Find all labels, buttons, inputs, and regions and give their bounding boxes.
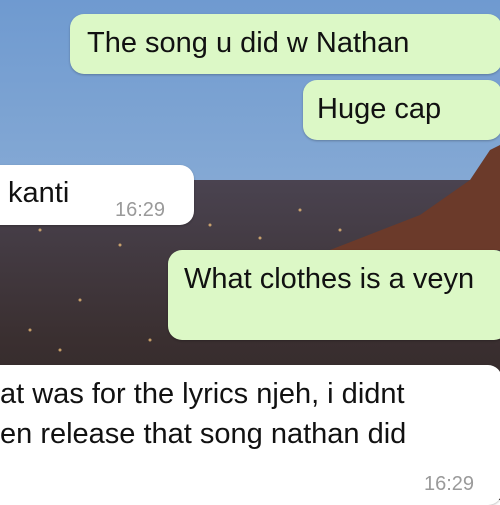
message-text: What clothes is a veyn [184,263,475,295]
message-text: Huge cap [317,93,442,125]
message-text-line: en release that song nathan did [0,418,407,450]
message-timestamp: 16:29 [424,473,475,495]
message-bubble-incoming[interactable]: at was for the lyrics njeh, i didnt en r… [0,365,500,505]
message-text: kanti [8,177,70,209]
message-bubble-incoming[interactable]: kanti 16:29 [0,165,194,225]
message-text-line: at was for the lyrics njeh, i didnt [0,378,405,410]
message-text: The song u did w Nathan [87,27,410,59]
message-bubble-outgoing[interactable]: What clothes is a veyn [168,250,500,340]
message-bubble-outgoing[interactable]: The song u did w Nathan [70,14,500,74]
message-bubble-outgoing[interactable]: Huge cap [303,80,500,140]
message-timestamp: 16:29 [115,199,166,221]
